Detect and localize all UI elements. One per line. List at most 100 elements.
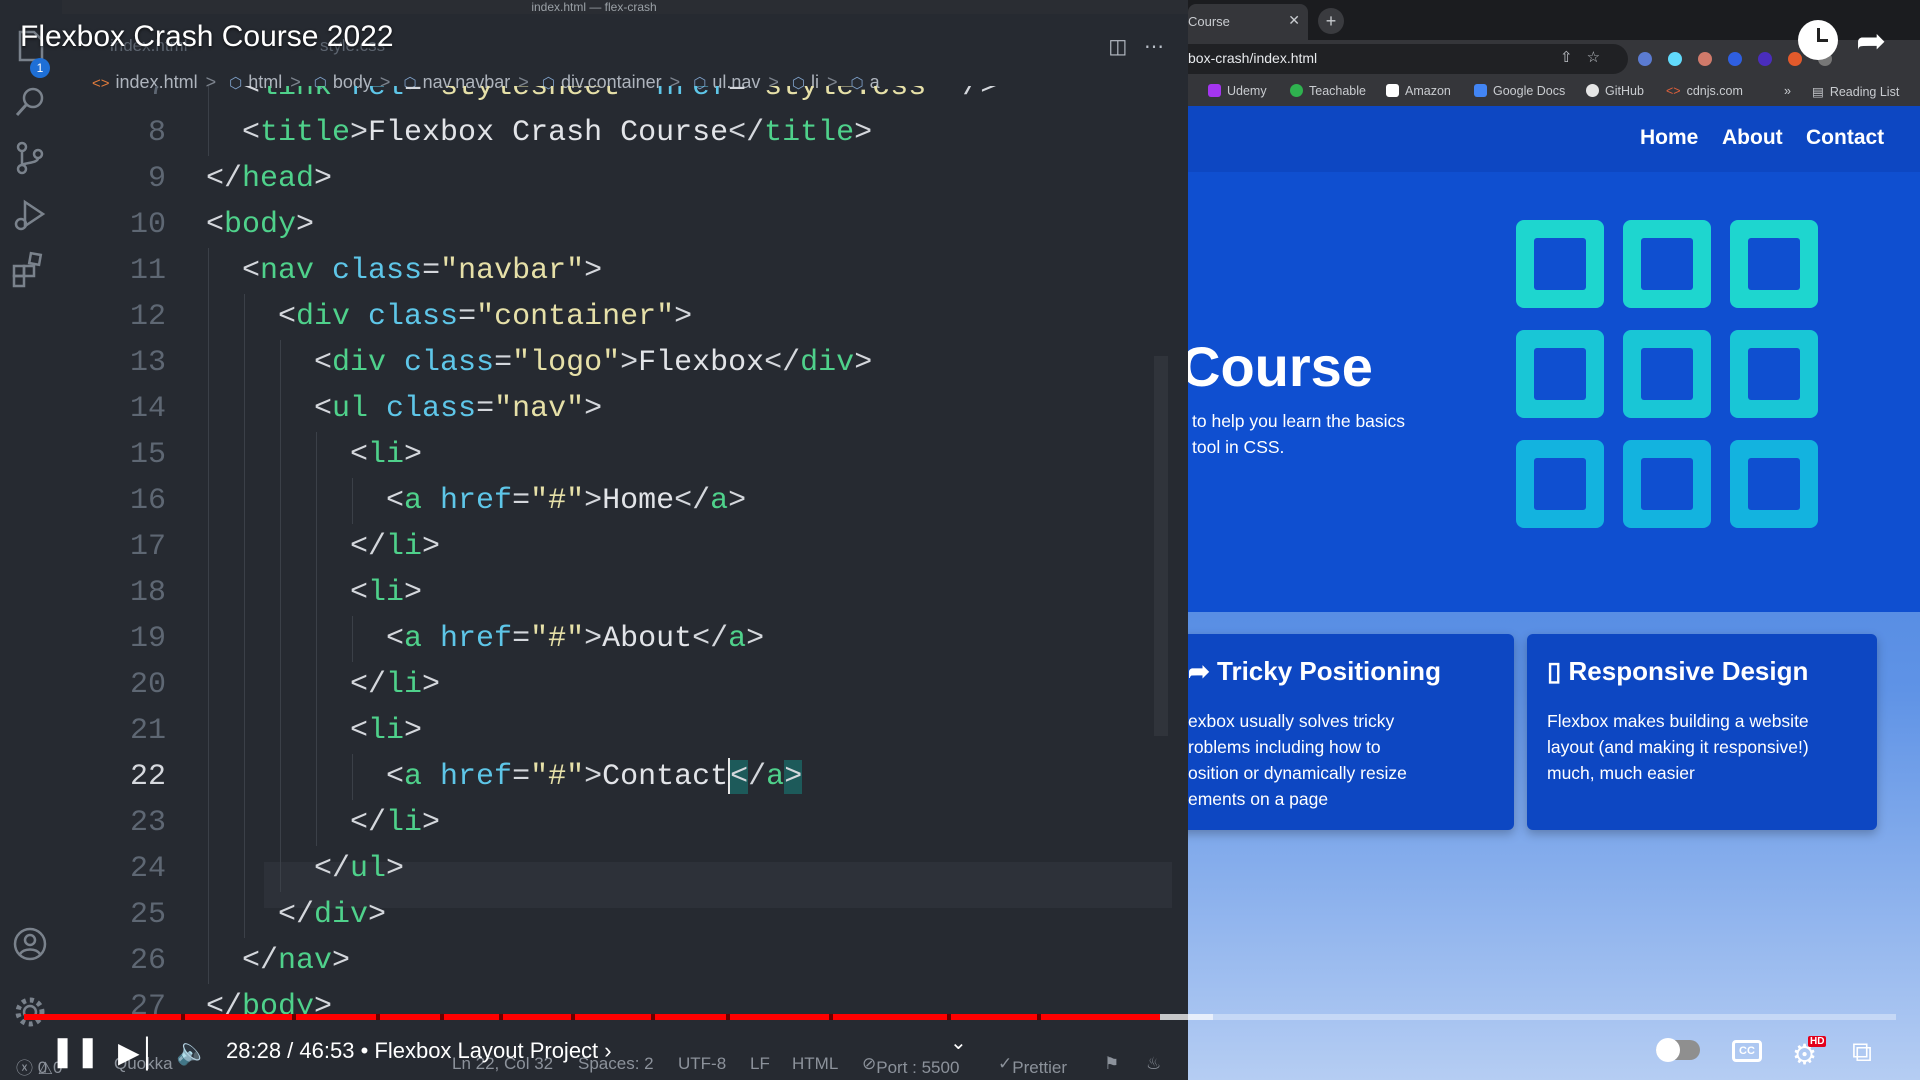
indent-guide <box>316 662 317 708</box>
code-text: <body> <box>206 202 314 248</box>
settings-gear-icon[interactable] <box>10 992 50 1032</box>
watch-later-clock-icon[interactable] <box>1798 20 1838 60</box>
hero-title: Course <box>1188 335 1373 398</box>
chevron-down-icon[interactable]: ⌄ <box>950 1030 967 1055</box>
close-tab-icon[interactable]: ✕ <box>1288 12 1300 29</box>
code-line[interactable]: 23 </li> <box>62 800 1172 846</box>
exit-fullscreen-icon[interactable]: ⧉ <box>1852 1036 1872 1069</box>
code-text: </div> <box>278 892 386 938</box>
next-video-icon[interactable]: ▶│ <box>118 1036 157 1069</box>
code-line[interactable]: 14 <ul class="nav"> <box>62 386 1172 432</box>
code-token: a <box>404 760 423 794</box>
bookmark-amazon[interactable]: Amazon <box>1386 84 1451 98</box>
grid-square-icon <box>1730 220 1818 308</box>
more-bookmarks-icon[interactable]: » <box>1784 84 1791 98</box>
code-token: ul <box>350 852 387 886</box>
video-progress-bar[interactable] <box>24 1014 1896 1020</box>
code-token: < <box>386 622 405 656</box>
chapter-title[interactable]: Flexbox Layout Project <box>374 1038 598 1063</box>
code-line[interactable]: 25 </div> <box>62 892 1172 938</box>
bookmark-github[interactable]: GitHub <box>1586 84 1644 98</box>
bookmark-teachable[interactable]: Teachable <box>1290 84 1366 98</box>
extension-icon[interactable] <box>1728 52 1742 66</box>
card-title: ➦ Tricky Positioning <box>1188 656 1441 687</box>
code-line[interactable]: 15 <li> <box>62 432 1172 478</box>
code-text: </li> <box>350 800 440 846</box>
share-page-icon[interactable]: ⇧ <box>1560 49 1587 66</box>
code-line[interactable]: 18 <li> <box>62 570 1172 616</box>
code-line[interactable]: 17 </li> <box>62 524 1172 570</box>
indent-guide <box>208 524 209 570</box>
volume-icon[interactable]: 🔈 <box>176 1036 208 1067</box>
video-title[interactable]: Flexbox Crash Course 2022 <box>20 20 394 54</box>
code-token: > <box>584 484 603 518</box>
extension-icon[interactable] <box>1638 52 1652 66</box>
code-token: > <box>854 346 873 380</box>
page-navbar: Home About Contact <box>1188 106 1920 172</box>
code-area[interactable]: 7 <link rel="stylesheet" href="style.css"… <box>62 86 1172 1026</box>
split-editor-icon[interactable]: ◫ <box>1108 36 1127 58</box>
line-number: 8 <box>147 116 166 150</box>
extension-icon[interactable] <box>1698 52 1712 66</box>
indent-guide <box>316 754 317 800</box>
line-number: 14 <box>129 392 166 426</box>
extension-icon[interactable] <box>1788 52 1802 66</box>
share-arrow-icon[interactable]: ➦ <box>1856 20 1902 61</box>
code-token: a <box>766 760 785 794</box>
run-debug-icon[interactable] <box>10 194 50 234</box>
bookmark-cdnjs[interactable]: <> cdnjs.com <box>1666 84 1743 98</box>
subtitles-button[interactable]: CC <box>1732 1040 1762 1062</box>
bookmark-google-docs[interactable]: Google Docs <box>1474 84 1565 98</box>
chapter-gap <box>1036 1014 1041 1020</box>
code-token: Home <box>602 484 675 518</box>
editor-scrollbar[interactable] <box>1154 356 1168 736</box>
code-token: a <box>404 484 423 518</box>
code-token: li <box>368 714 405 748</box>
code-line[interactable]: 12 <div class="container"> <box>62 294 1172 340</box>
code-line[interactable]: 9 </head> <box>62 156 1172 202</box>
reading-list[interactable]: ▤ Reading List <box>1812 84 1899 99</box>
code-line[interactable]: 20 </li> <box>62 662 1172 708</box>
source-control-icon[interactable] <box>10 138 50 178</box>
account-icon[interactable] <box>10 924 50 964</box>
extension-icon[interactable] <box>1758 52 1772 66</box>
reading-list-label: Reading List <box>1829 85 1900 99</box>
nav-link-about[interactable]: About <box>1722 126 1783 150</box>
nav-link-contact[interactable]: Contact <box>1806 126 1884 150</box>
code-line[interactable]: 26 </nav> <box>62 938 1172 984</box>
indent-guide <box>280 432 281 478</box>
hero-text: to help you learn the basics tool in CSS… <box>1192 408 1452 460</box>
nav-link-home[interactable]: Home <box>1640 126 1698 150</box>
extensions-icon[interactable] <box>10 250 50 290</box>
indent-guide <box>244 800 245 846</box>
browser-tab[interactable]: Course ✕ <box>1188 4 1308 40</box>
bookmark-star-icon[interactable]: ☆ <box>1587 49 1614 66</box>
code-line[interactable]: 13 <div class="logo">Flexbox</div> <box>62 340 1172 386</box>
code-line[interactable]: 8 <title>Flexbox Crash Course</title> <box>62 110 1172 156</box>
code-token: "nav" <box>494 392 585 426</box>
code-line[interactable]: 21 <li> <box>62 708 1172 754</box>
bookmark-udemy[interactable]: Udemy <box>1208 84 1267 98</box>
editor-titlebar: index.html — flex-crash <box>0 0 1188 15</box>
code-line[interactable]: 10 <body> <box>62 202 1172 248</box>
react-devtools-icon[interactable] <box>1668 52 1682 66</box>
more-actions-icon[interactable]: ⋯ <box>1144 36 1164 58</box>
autoplay-toggle[interactable] <box>1656 1038 1700 1062</box>
code-line[interactable]: 22 <a href="#">Contact</a> <box>62 754 1172 800</box>
code-line[interactable]: 7 <link rel="stylesheet" href="style.css"… <box>62 86 1172 110</box>
indent-guide <box>280 708 281 754</box>
new-tab-button[interactable]: + <box>1318 8 1344 34</box>
code-token: href <box>440 484 513 518</box>
pause-button[interactable]: ❚❚ <box>50 1034 100 1069</box>
code-text: </li> <box>350 524 440 570</box>
code-line[interactable]: 24 </ul> <box>62 846 1172 892</box>
search-icon[interactable] <box>10 82 50 122</box>
indent-guide <box>352 754 353 800</box>
line-number: 22 <box>129 760 166 794</box>
code-line[interactable]: 19 <a href="#">About</a> <box>62 616 1172 662</box>
code-line[interactable]: 16 <a href="#">Home</a> <box>62 478 1172 524</box>
code-line[interactable]: 11 <nav class="navbar"> <box>62 248 1172 294</box>
